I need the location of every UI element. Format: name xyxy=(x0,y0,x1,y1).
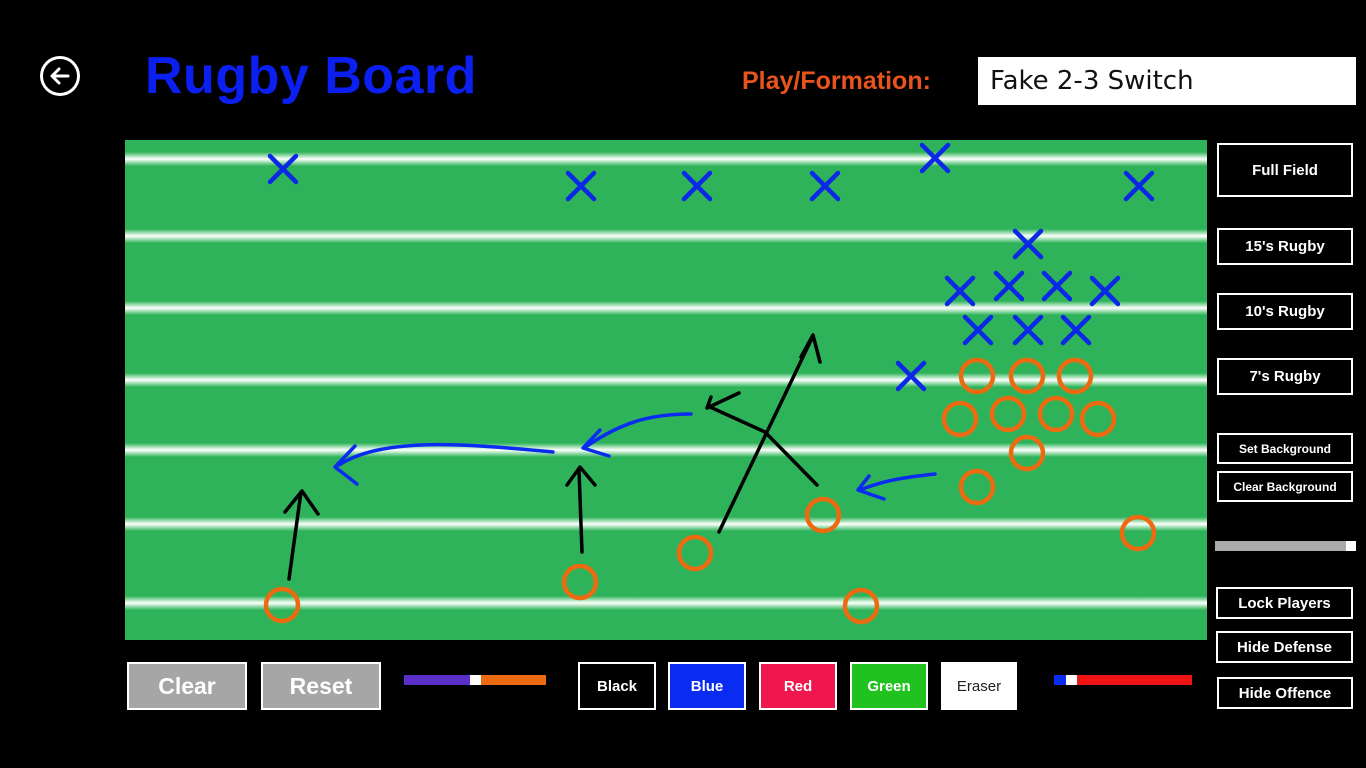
back-button[interactable] xyxy=(40,56,80,96)
slider-thumb[interactable] xyxy=(470,675,481,685)
rugby-7-button[interactable]: 7's Rugby xyxy=(1217,358,1353,395)
defense-player[interactable] xyxy=(1089,275,1121,307)
offence-player[interactable] xyxy=(958,468,996,506)
field-lines xyxy=(125,152,1207,610)
offence-player[interactable] xyxy=(1037,395,1075,433)
red-pen-button[interactable]: Red xyxy=(759,662,837,710)
blue-route xyxy=(856,472,937,501)
offence-player[interactable] xyxy=(1079,400,1117,438)
clear-button[interactable]: Clear xyxy=(127,662,247,710)
slider-track-left xyxy=(1054,675,1066,685)
reset-button[interactable]: Reset xyxy=(261,662,381,710)
defense-player[interactable] xyxy=(1060,314,1092,346)
slider-track-right xyxy=(1077,675,1192,685)
slider-thumb[interactable] xyxy=(1346,541,1356,551)
hide-offence-button[interactable]: Hide Offence xyxy=(1217,677,1353,709)
full-field-button[interactable]: Full Field xyxy=(1217,143,1353,197)
green-pen-button[interactable]: Green xyxy=(850,662,928,710)
field-drawing[interactable] xyxy=(125,140,1207,640)
background-opacity-slider[interactable] xyxy=(1215,541,1356,551)
play-formation-label: Play/Formation: xyxy=(742,67,931,95)
field-board[interactable] xyxy=(125,140,1207,640)
pen-width-slider[interactable] xyxy=(1054,675,1192,685)
slider-track-right xyxy=(481,675,546,685)
back-arrow-icon xyxy=(50,67,70,85)
defense-player[interactable] xyxy=(993,270,1025,302)
blue-pen-button[interactable]: Blue xyxy=(668,662,746,710)
defense-player[interactable] xyxy=(1012,314,1044,346)
defense-player[interactable] xyxy=(1123,170,1155,202)
defense-player[interactable] xyxy=(962,314,994,346)
set-background-button[interactable]: Set Background xyxy=(1217,433,1353,464)
eraser-button[interactable]: Eraser xyxy=(941,662,1017,710)
defense-player[interactable] xyxy=(681,170,713,202)
black-route xyxy=(565,465,597,554)
app-title: Rugby Board xyxy=(145,47,477,105)
hide-defense-button[interactable]: Hide Defense xyxy=(1216,631,1353,663)
slider-thumb[interactable] xyxy=(1066,675,1077,685)
defense-player[interactable] xyxy=(944,275,976,307)
offence-player[interactable] xyxy=(989,395,1027,433)
slider-track-left xyxy=(404,675,470,685)
defense-player[interactable] xyxy=(1041,270,1073,302)
play-formation-input[interactable] xyxy=(978,57,1356,105)
rugby-15-button[interactable]: 15's Rugby xyxy=(1217,228,1353,265)
clear-background-button[interactable]: Clear Background xyxy=(1217,471,1353,502)
pen-size-slider[interactable] xyxy=(404,675,546,685)
offence-player[interactable] xyxy=(676,534,714,572)
black-route xyxy=(283,489,320,581)
rugby-10-button[interactable]: 10's Rugby xyxy=(1217,293,1353,330)
black-route xyxy=(717,333,822,534)
black-pen-button[interactable]: Black xyxy=(578,662,656,710)
lock-players-button[interactable]: Lock Players xyxy=(1216,587,1353,619)
defense-player[interactable] xyxy=(809,170,841,202)
offence-player[interactable] xyxy=(561,563,599,601)
defense-player[interactable] xyxy=(565,170,597,202)
offence-player[interactable] xyxy=(941,400,979,438)
